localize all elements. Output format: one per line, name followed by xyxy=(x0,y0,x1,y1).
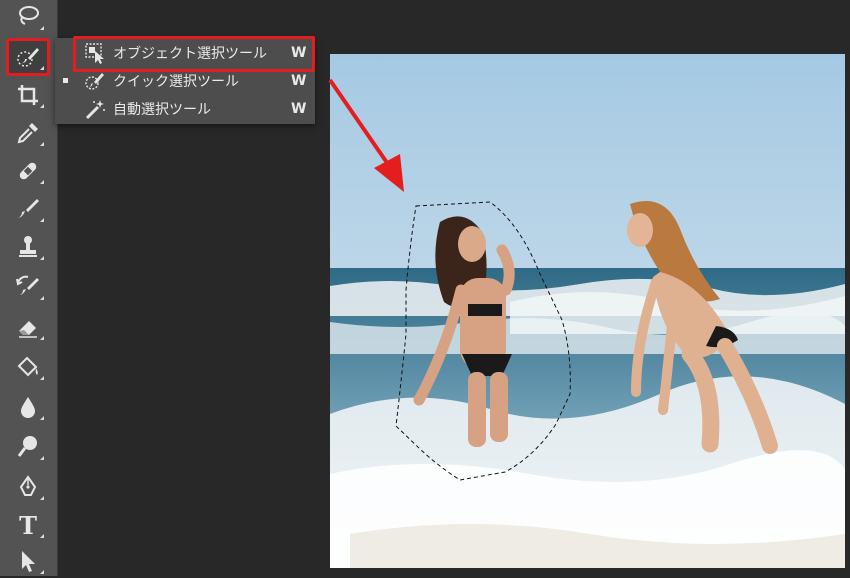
paint-bucket-icon xyxy=(17,356,38,377)
menu-item-shortcut: W xyxy=(291,73,307,89)
object-selection-tool[interactable] xyxy=(6,38,50,76)
type-tool[interactable]: T xyxy=(8,508,48,542)
eyedropper-icon xyxy=(17,123,38,144)
menu-item-magic-wand[interactable]: 自動選択ツール W xyxy=(55,96,315,122)
brush-icon xyxy=(18,199,39,218)
path-selection-tool[interactable] xyxy=(8,544,48,578)
eraser-icon xyxy=(19,321,37,338)
brush-tool[interactable] xyxy=(8,192,48,226)
tools-panel: T xyxy=(0,0,58,576)
lasso-tool[interactable] xyxy=(8,0,48,34)
history-brush-tool[interactable] xyxy=(8,270,48,304)
menu-item-label: クイック選択ツール xyxy=(113,74,239,90)
pen-tool[interactable] xyxy=(8,470,48,504)
clone-stamp-tool[interactable] xyxy=(8,230,48,264)
menu-item-label: 自動選択ツール xyxy=(113,102,211,118)
paint-bucket-tool[interactable] xyxy=(8,350,48,384)
highlight-annotation-box xyxy=(73,36,315,72)
red-arrow-annotation xyxy=(328,78,404,192)
type-icon: T xyxy=(19,510,37,540)
lasso-icon xyxy=(19,6,39,25)
history-brush-icon xyxy=(16,275,39,295)
pen-nib-icon xyxy=(19,475,37,496)
quick-selection-icon xyxy=(83,70,107,92)
healing-brush-tool[interactable] xyxy=(8,154,48,188)
droplet-icon xyxy=(21,397,35,418)
quick-selection-brush-icon xyxy=(17,48,39,67)
arrow-cursor-icon xyxy=(22,551,35,572)
bandage-icon xyxy=(19,162,37,180)
blur-tool[interactable] xyxy=(8,390,48,424)
eraser-tool[interactable] xyxy=(8,310,48,344)
eyedropper-tool[interactable] xyxy=(8,116,48,150)
stamp-icon xyxy=(19,236,37,257)
crop-icon xyxy=(18,85,38,105)
crop-tool[interactable] xyxy=(8,78,48,112)
current-tool-indicator xyxy=(63,78,68,83)
magic-wand-icon xyxy=(83,98,107,120)
dodge-icon xyxy=(17,436,37,457)
menu-item-shortcut: W xyxy=(291,101,307,117)
dodge-tool[interactable] xyxy=(8,430,48,464)
